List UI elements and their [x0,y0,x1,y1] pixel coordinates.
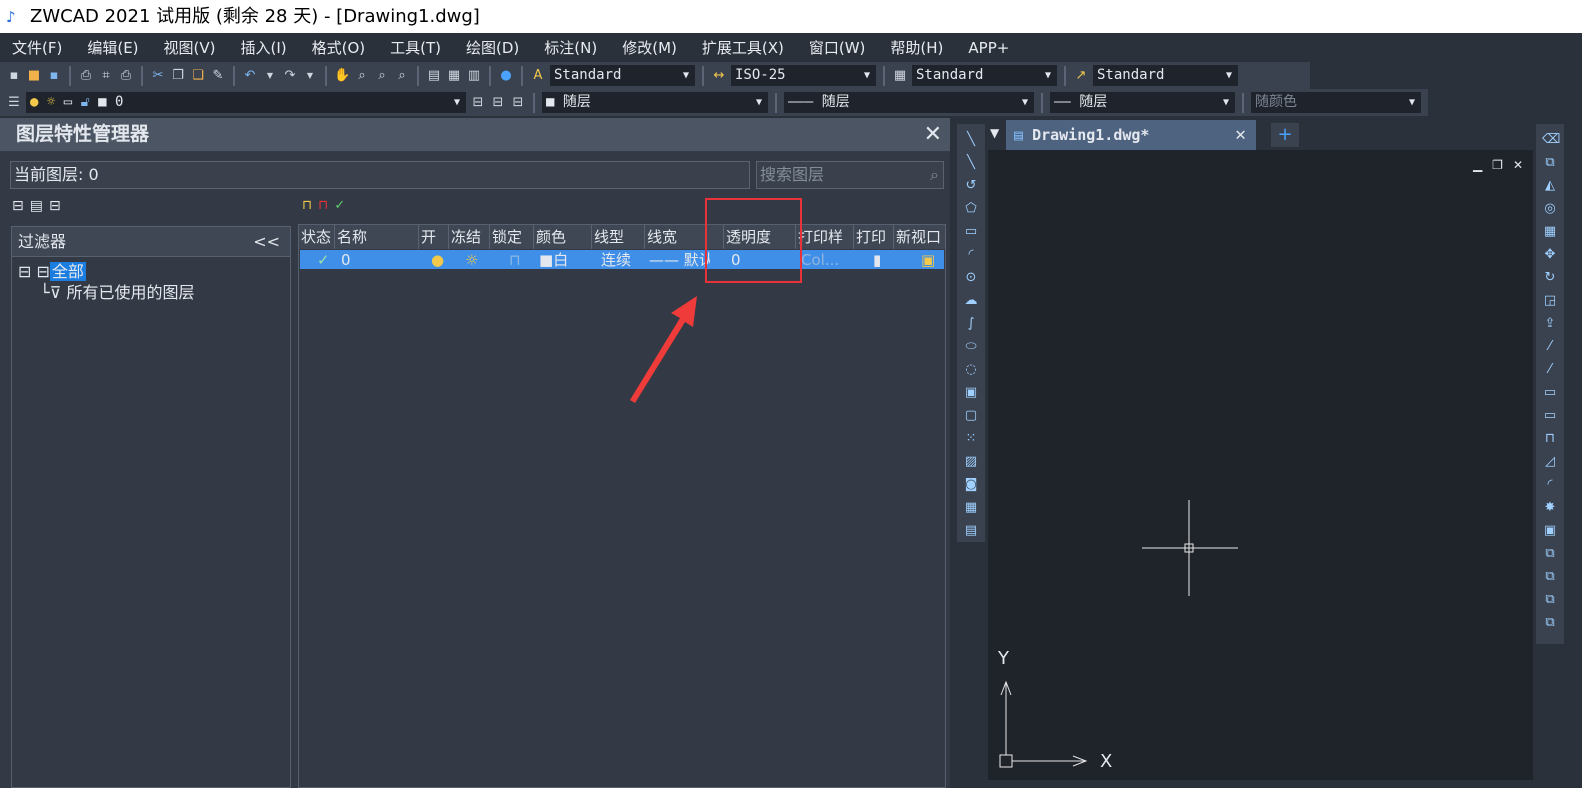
draworder-front-icon[interactable]: ⧉ [1542,546,1558,562]
scale-icon[interactable]: ◲ [1542,293,1558,309]
polyline-icon[interactable]: ↺ [963,178,979,194]
copy-icon[interactable]: ⧉ [1542,155,1558,171]
circle-icon[interactable]: ⊙ [963,270,979,286]
new-tab-button[interactable]: + [1271,123,1299,147]
draw-toolbar: ╲ ╲ ↺ ⬠ ▭ ◜ ⊙ ☁ ∫ ⬭ ◌ ▣ ▢ ⁙ ▨ ◙ ▦ ▤ [957,124,985,542]
erase-icon[interactable]: ⌫ [1542,132,1560,148]
explode-icon[interactable]: ✸ [1542,500,1558,516]
tab-menu-icon[interactable]: ▼ [990,126,999,140]
trim-icon[interactable]: ⁄ [1542,339,1558,355]
insert-block-icon[interactable]: ▣ [963,385,979,401]
xline-icon[interactable]: ╲ [963,155,979,171]
break-point-icon[interactable]: ▭ [1542,385,1558,401]
crosshair-cursor [1142,500,1238,596]
ucs-icon [999,680,1088,768]
arc-icon[interactable]: ◜ [963,247,979,263]
break-icon[interactable]: ▭ [1542,408,1558,424]
table-icon[interactable]: ▦ [963,500,979,516]
extend-icon[interactable]: ⁄ [1542,362,1558,378]
line-icon[interactable]: ╲ [963,132,979,148]
express-icon[interactable]: ▣ [1542,523,1558,539]
stretch-icon[interactable]: ⇪ [1542,316,1558,332]
arrow-annotation [630,296,697,403]
array-icon[interactable]: ▦ [1542,224,1558,240]
tab-drawing1[interactable]: ▤ Drawing1.dwg* ✕ [1006,120,1256,150]
rotate-icon[interactable]: ↻ [1542,270,1558,286]
close-tab-icon[interactable]: ✕ [1235,120,1246,150]
x-axis-label: X [1100,751,1113,772]
fillet-icon[interactable]: ◜ [1542,477,1558,493]
drawing-canvas[interactable]: ▁ ❐ ✕ Y X [988,150,1533,780]
tab-bar: ▼ ▤ Drawing1.dwg* ✕ + [988,120,1533,150]
rectangle-icon[interactable]: ▭ [963,224,979,240]
hatch-icon[interactable]: ▨ [963,454,979,470]
offset-icon[interactable]: ◎ [1542,201,1558,217]
draworder-back-icon[interactable]: ⧉ [1542,569,1558,585]
draworder-above-icon[interactable]: ⧉ [1542,592,1558,608]
draworder-below-icon[interactable]: ⧉ [1542,615,1558,631]
region-icon[interactable]: ◙ [963,477,979,493]
make-block-icon[interactable]: ▢ [963,408,979,424]
canvas-graphics [999,500,1238,768]
revcloud-icon[interactable]: ☁ [963,293,979,309]
chamfer-icon[interactable]: ◿ [1542,454,1558,470]
join-icon[interactable]: ⊓ [1542,431,1558,447]
spline-icon[interactable]: ∫ [963,316,979,332]
highlight-box [705,198,802,283]
move-icon[interactable]: ✥ [1542,247,1558,263]
dwg-file-icon: ▤ [1014,126,1024,144]
modify-toolbar: ⌫ ⧉ ◭ ◎ ▦ ✥ ↻ ◲ ⇪ ⁄ ⁄ ▭ ▭ ⊓ ◿ ◜ ✸ ▣ ⧉ ⧉ ⧉ ⧉ [1536,124,1564,644]
mirror-icon[interactable]: ◭ [1542,178,1558,194]
ellipse-icon[interactable]: ⬭ [963,339,979,355]
ellipse-arc-icon[interactable]: ◌ [963,362,979,378]
y-axis-label: Y [998,648,1009,669]
point-icon[interactable]: ⁙ [963,431,979,447]
mtext-icon[interactable]: ▤ [963,523,979,539]
polygon-icon[interactable]: ⬠ [963,201,979,217]
